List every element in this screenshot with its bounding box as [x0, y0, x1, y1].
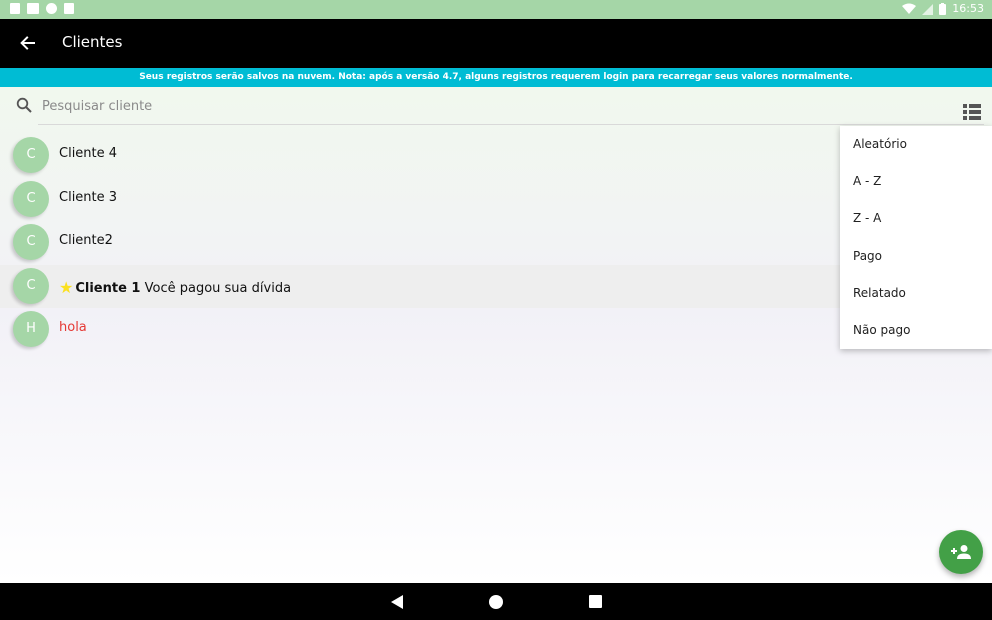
add-person-icon — [951, 545, 971, 559]
client-row-content: ★ Cliente 1 Você pagou sua dívida — [59, 277, 292, 297]
app-bar: Clientes — [0, 19, 992, 68]
menu-item-reported[interactable]: Relatado — [840, 275, 992, 312]
wifi-icon — [902, 3, 917, 14]
arrow-back-icon — [20, 36, 35, 50]
search-underline — [38, 124, 984, 125]
circle-icon — [46, 3, 57, 14]
client-name: Cliente 1 — [75, 280, 141, 296]
client-name: hola — [59, 320, 87, 335]
nav-back-icon[interactable] — [390, 594, 404, 610]
star-icon: ★ — [59, 277, 74, 297]
avatar: C — [13, 224, 49, 260]
avatar: C — [13, 180, 49, 217]
client-name: Cliente 3 — [59, 189, 118, 205]
signal-icon — [922, 3, 934, 15]
status-bar: 16:53 — [0, 0, 992, 19]
search-input[interactable] — [42, 94, 922, 118]
search-bar — [0, 87, 992, 125]
avatar: H — [13, 311, 49, 347]
menu-item-z-a[interactable]: Z - A — [840, 200, 992, 237]
system-icons: 16:53 — [902, 2, 984, 15]
battery-icon — [939, 2, 947, 15]
list-view-icon[interactable] — [963, 104, 981, 120]
menu-item-unpaid[interactable]: Não pago — [840, 312, 992, 349]
menu-item-random[interactable]: Aleatório — [840, 126, 992, 163]
mail-icon — [27, 3, 39, 14]
avatar: C — [13, 267, 49, 304]
sd-card-icon — [64, 3, 74, 14]
nav-home-icon[interactable] — [488, 594, 504, 610]
page-title: Clientes — [62, 33, 123, 51]
cloud-notice-banner: Seus registros serão salvos na nuvem. No… — [0, 68, 992, 87]
sort-menu: Aleatório A - Z Z - A Pago Relatado Não … — [840, 126, 992, 349]
menu-item-paid[interactable]: Pago — [840, 238, 992, 275]
menu-item-a-z[interactable]: A - Z — [840, 163, 992, 200]
nav-recents-icon[interactable] — [589, 595, 602, 608]
client-name: Cliente2 — [59, 233, 113, 248]
avatar: C — [13, 137, 49, 173]
navigation-bar — [0, 583, 992, 620]
android-icon — [10, 3, 20, 14]
notification-icons — [10, 3, 74, 14]
back-button[interactable] — [14, 31, 42, 55]
client-name: Cliente 4 — [59, 146, 118, 161]
add-client-button[interactable] — [939, 530, 983, 574]
search-icon — [16, 97, 32, 113]
status-time: 16:53 — [952, 2, 984, 15]
client-message: Você pagou sua dívida — [144, 280, 292, 296]
